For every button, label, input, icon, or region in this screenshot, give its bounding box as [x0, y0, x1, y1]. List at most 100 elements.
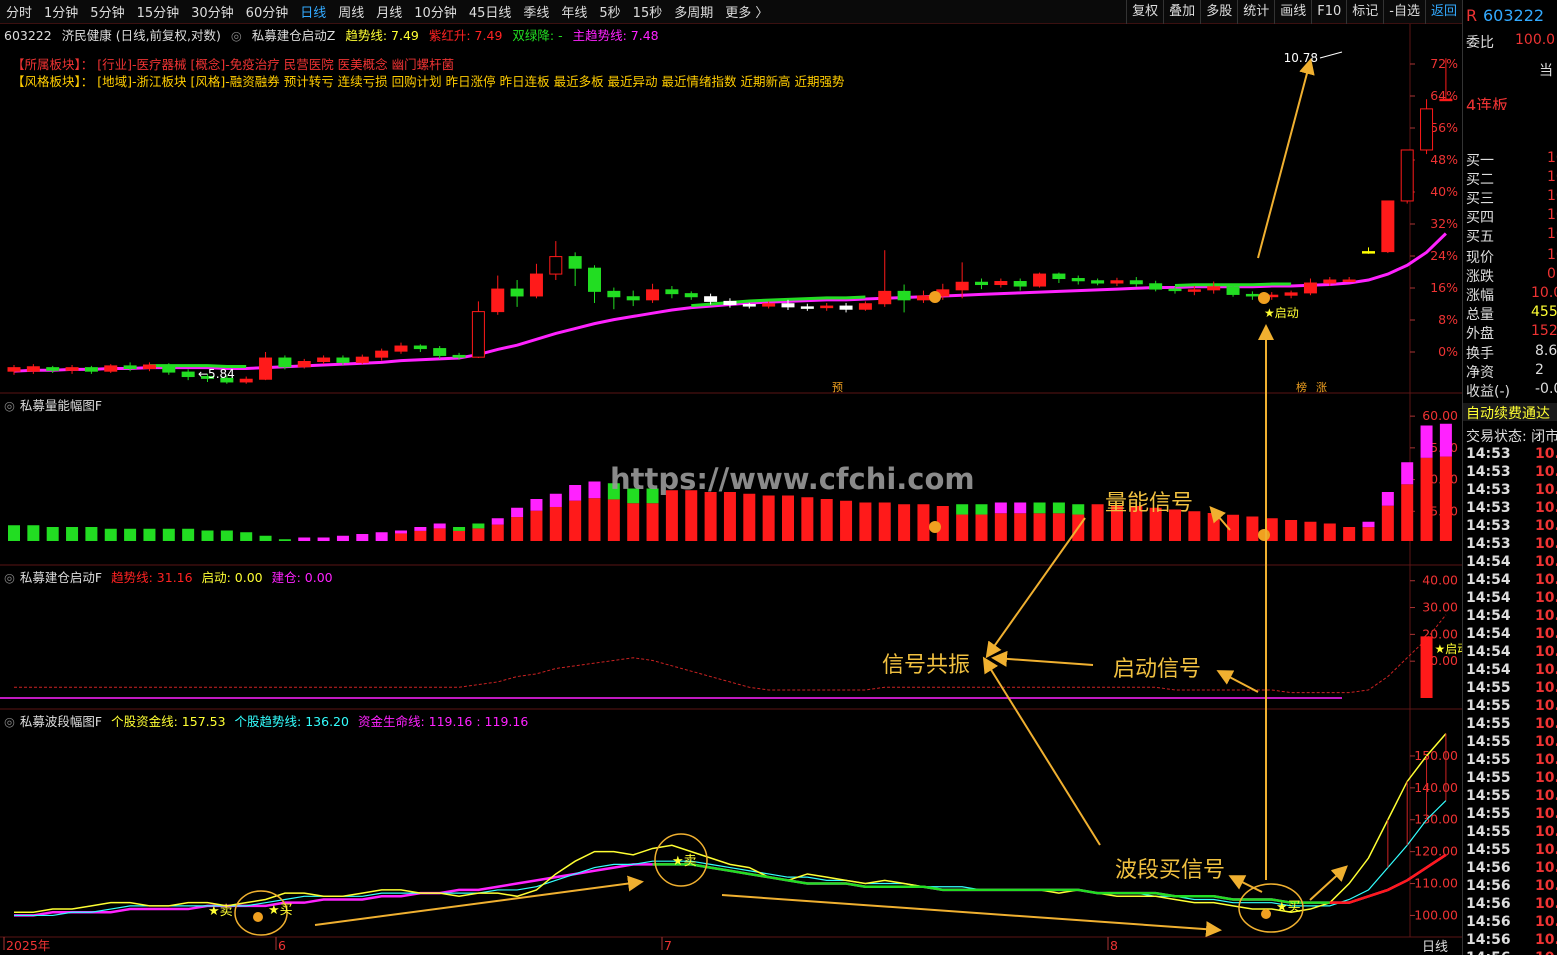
candle-body	[336, 357, 350, 363]
sidebar-tick-1-value: 10.	[1535, 464, 1557, 480]
candle-body	[7, 367, 21, 372]
sidebar-stat2-1-key: 净资	[1466, 365, 1494, 380]
sidebar-stat-4-value: 1521	[1531, 323, 1557, 339]
annotation-wave-buy: 波段买信号	[1115, 858, 1226, 883]
sidebar-auto: 自动续费通达	[1463, 403, 1557, 421]
sidebar-tick-19-key: 14:55	[1466, 788, 1511, 804]
sidebar-stat-3: 总量 4552	[1463, 304, 1557, 322]
candle-body	[1303, 282, 1317, 294]
fund-line-value: 个股资金线: 157.53	[111, 714, 226, 729]
volume-bar-top	[1439, 423, 1452, 457]
sidebar-stat-4: 外盘 1521	[1463, 323, 1557, 341]
sidebar-tick-12-value: 10.	[1535, 662, 1557, 678]
candle-body	[1091, 280, 1105, 284]
sidebar-tick-0-value: 10.	[1535, 446, 1557, 462]
low-price-label: ←5.84	[198, 367, 235, 381]
collapse-icon[interactable]: ◎	[4, 398, 15, 413]
collapse-icon[interactable]: ◎	[4, 570, 15, 585]
volume-bar-top	[1401, 462, 1414, 485]
sidebar-tick-23-value: 10.	[1535, 860, 1557, 876]
candle-body	[1381, 200, 1395, 253]
indicator-name[interactable]: 私募建仓启动Z	[252, 28, 336, 43]
sidebar-buy-1-value: 10	[1547, 150, 1557, 166]
stock-trend-value: 个股趋势线: 136.20	[234, 714, 349, 729]
volume-bar	[975, 514, 988, 541]
candle-body	[1420, 108, 1434, 151]
candle-body	[1439, 98, 1453, 102]
volume-bar	[124, 528, 137, 541]
sidebar-code-value: 603222	[1483, 6, 1545, 24]
volume-bar	[917, 504, 930, 541]
sidebar-stat-0-value: 10	[1547, 247, 1557, 263]
collapse-icon[interactable]: ◎	[4, 714, 15, 729]
candle-body	[1187, 289, 1201, 292]
sidebar-tick-9: 14:54 10.	[1463, 608, 1557, 626]
sidebar-tick-24-value: 10.	[1535, 878, 1557, 894]
build-start-label: ★启动	[1435, 642, 1462, 656]
collapse-icon[interactable]: ◎	[231, 28, 242, 43]
candle-body	[588, 267, 601, 292]
candle-body	[491, 288, 505, 313]
price-pct-label: 40%	[1430, 184, 1458, 199]
sidebar-tick-8: 14:54 10.	[1463, 590, 1557, 608]
candle-body	[994, 281, 1008, 286]
sidebar-tick-7-value: 10.	[1535, 572, 1557, 588]
bang-mark: 榜	[1296, 380, 1307, 394]
candle-body	[123, 365, 137, 370]
candle-body	[742, 304, 756, 307]
candle-body	[762, 303, 776, 307]
start-mark-label: ★启动	[1264, 306, 1299, 320]
chart-mode: (日线,前复权,对数)	[115, 28, 221, 43]
sidebar-tick-26-value: 10.	[1535, 914, 1557, 930]
sidebar-tick-13: 14:55 10.	[1463, 680, 1557, 698]
volume-bar-top	[472, 523, 485, 529]
sidebar-tick-17-key: 14:55	[1466, 752, 1511, 768]
sidebar-tick-19: 14:55 10.	[1463, 788, 1557, 806]
volume-bar	[704, 492, 717, 541]
sidebar-code: R 603222	[1463, 6, 1557, 24]
price-pct-label: 8%	[1438, 312, 1458, 327]
candle-body	[104, 365, 118, 372]
stock-info-line: 603222 济民健康 (日线,前复权,对数) ◎ 私募建仓启动Z 趋势线: 7…	[4, 25, 665, 44]
candle-body	[278, 357, 292, 368]
volume-bar	[588, 498, 601, 541]
sidebar-stat2-2: 收益(-) -0.0	[1463, 381, 1557, 399]
volume-bar	[665, 490, 678, 541]
volume-bar	[511, 517, 524, 541]
volume-bar-top	[453, 527, 466, 531]
time-label: 7	[664, 938, 672, 953]
volume-bar	[1052, 513, 1065, 541]
wave-tick-label: 150.00	[1414, 748, 1458, 763]
wave-tick-label: 120.00	[1414, 844, 1458, 859]
sidebar-tick-8-value: 10.	[1535, 590, 1557, 606]
sidebar-tick-10-key: 14:54	[1466, 626, 1511, 642]
stock-code[interactable]: 603222	[4, 28, 52, 43]
sidebar-buy-5: 买五 10	[1463, 226, 1557, 244]
candle-body	[413, 345, 427, 350]
volume-bar	[898, 504, 911, 541]
stock-name: 济民健康	[61, 28, 112, 43]
volume-bar-top	[994, 502, 1007, 514]
volume-bar	[395, 533, 407, 541]
candle-body	[916, 295, 930, 301]
sidebar-stat-2-key: 涨幅	[1466, 288, 1494, 303]
volume-bar	[356, 534, 369, 541]
sidebar-stat2-2-value: -0.0	[1535, 381, 1557, 397]
candle-body	[1323, 279, 1337, 284]
sidebar-tick-20: 14:55 10.	[1463, 806, 1557, 824]
volume-bar-top	[530, 499, 543, 511]
stock-chart-app: 分时 1分钟 5分钟 15分钟 30分钟 60分钟 日线 周线 月线 10分钟 45日线 季线 年线 5秒…	[0, 0, 1557, 955]
sidebar-tick-27: 14:56 10.	[1463, 932, 1557, 950]
volume-bar	[1323, 523, 1336, 541]
candle-body	[375, 350, 389, 358]
wave-panel-title: ◎ 私募波段幅图F 个股资金线: 157.53 个股趋势线: 136.20 资金生…	[4, 711, 533, 730]
volume-bar-top	[956, 504, 969, 515]
time-label: 2025年	[6, 938, 50, 953]
candle-body	[84, 367, 98, 372]
sidebar-tick-15: 14:55 10.	[1463, 716, 1557, 734]
sidebar-tick-15-value: 10.	[1535, 716, 1557, 732]
volume-bar-top	[1381, 492, 1394, 506]
sidebar-tick-21: 14:55 10.	[1463, 824, 1557, 842]
sidebar-tick-14-value: 10.	[1535, 698, 1557, 714]
sidebar-tick-12-key: 14:54	[1466, 662, 1511, 678]
